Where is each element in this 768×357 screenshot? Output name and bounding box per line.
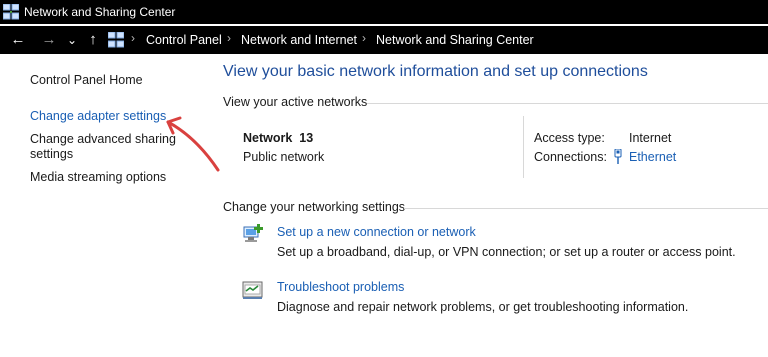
sidebar: Control Panel Home Change adapter settin… bbox=[0, 54, 215, 357]
setup-connection-description: Set up a broadband, dial-up, or VPN conn… bbox=[277, 245, 736, 259]
up-button[interactable]: ↑ bbox=[85, 31, 101, 49]
access-type-value: Internet bbox=[629, 131, 672, 145]
section-divider bbox=[367, 103, 768, 104]
breadcrumb-network-and-internet[interactable]: Network and Internet bbox=[241, 33, 357, 47]
sidebar-item-media-streaming-options[interactable]: Media streaming options bbox=[30, 170, 166, 185]
active-networks-label: View your active networks bbox=[223, 95, 368, 109]
access-type-label: Access type: bbox=[534, 131, 605, 145]
sidebar-item-control-panel-home[interactable]: Control Panel Home bbox=[30, 73, 143, 88]
breadcrumb-control-panel[interactable]: Control Panel bbox=[146, 33, 222, 47]
address-bar: ← → ⌄ ↑ › Control Panel › Network and In… bbox=[0, 26, 768, 54]
network-info-divider bbox=[523, 116, 524, 178]
ethernet-plug-icon bbox=[613, 149, 623, 164]
sidebar-item-change-advanced-sharing-settings[interactable]: Change advanced sharing settings bbox=[30, 132, 180, 162]
window-title: Network and Sharing Center bbox=[24, 5, 176, 19]
sidebar-item-change-adapter-settings[interactable]: Change adapter settings bbox=[30, 109, 166, 124]
breadcrumb-separator-icon: › bbox=[131, 31, 135, 45]
title-bar: Network and Sharing Center bbox=[0, 0, 768, 24]
section-divider bbox=[404, 208, 768, 209]
breadcrumb-network-and-sharing-center[interactable]: Network and Sharing Center bbox=[376, 33, 534, 47]
troubleshoot-icon[interactable] bbox=[242, 280, 264, 300]
change-settings-label: Change your networking settings bbox=[223, 200, 406, 214]
breadcrumb-separator-icon[interactable]: › bbox=[362, 31, 366, 45]
network-setup-icon[interactable] bbox=[242, 224, 264, 244]
breadcrumb-separator-icon[interactable]: › bbox=[227, 31, 231, 45]
ethernet-connection-link[interactable]: Ethernet bbox=[629, 150, 676, 164]
network-center-icon bbox=[3, 4, 19, 20]
troubleshoot-description: Diagnose and repair network problems, or… bbox=[277, 300, 689, 314]
connections-label: Connections: bbox=[534, 150, 607, 164]
network-name: Network 13 bbox=[243, 131, 314, 145]
network-center-icon bbox=[108, 32, 124, 48]
troubleshoot-problems-link[interactable]: Troubleshoot problems bbox=[277, 280, 404, 294]
network-category-link[interactable]: Public network bbox=[243, 150, 324, 164]
setup-connection-link[interactable]: Set up a new connection or network bbox=[277, 225, 476, 239]
main-content: View your basic network information and … bbox=[215, 54, 768, 357]
back-button[interactable]: ← bbox=[9, 31, 27, 49]
page-title: View your basic network information and … bbox=[223, 63, 648, 80]
forward-button[interactable]: → bbox=[40, 31, 58, 49]
recent-locations-button[interactable]: ⌄ bbox=[66, 31, 78, 49]
